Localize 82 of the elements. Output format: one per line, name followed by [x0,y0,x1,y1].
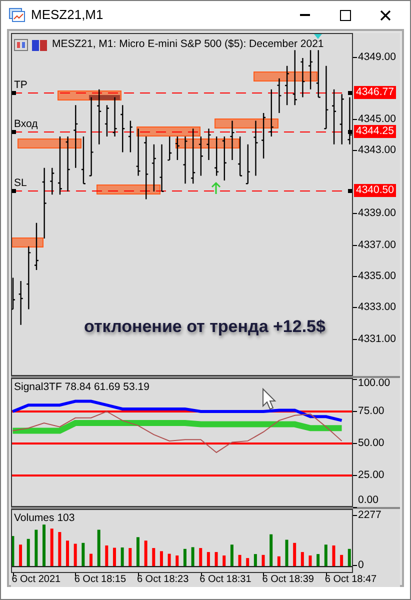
level-label: TP [14,80,28,90]
save-icon [32,38,48,51]
volume-bar [12,536,14,566]
axis-label: 4335.00 [358,271,396,282]
axis-label: 4345.00 [358,114,396,124]
maximize-icon [340,10,350,20]
volume-bar [113,548,116,566]
overlay-caption: отклонение от тренда +12.5$ [84,316,326,338]
volume-bar [293,542,296,566]
volume-bar [277,556,280,566]
volume-bar [19,544,22,566]
volume-bar [262,554,265,566]
volume-bar [308,556,312,566]
volume-bar [230,544,234,566]
volume-bar [222,556,226,566]
volume-bar [348,548,351,566]
volume-bar [144,540,148,566]
volume-bar [183,548,186,566]
volume-bar [160,551,163,566]
volume-bar [206,552,210,566]
volume-bar [238,554,242,566]
volume-bar [82,542,85,566]
chart-title: MESZ21, M1: Micro E-mini S&P 500 ($5): December 2021 [52,37,324,52]
price-tag: 4346.77 [354,86,396,98]
volume-bar [191,547,194,566]
time-label: 6 Oct 2021 [12,575,61,585]
volume-bar [152,548,156,566]
axis-label: 0 [358,560,364,571]
level-label: SL [14,178,27,188]
volume-bar [168,554,171,566]
volume-bar [42,524,46,566]
axis-label: 50.00 [358,438,384,448]
axis-label: 100.00 [358,378,390,388]
volume-bar [332,545,336,566]
volume-bar [254,554,257,566]
volume-bar [74,544,77,566]
window-title: MESZ21,M1 [31,6,104,24]
minimize-icon [300,14,310,16]
axis-label: 4343.00 [358,145,396,156]
volume-bar [97,530,100,566]
price-tag: 4344.25 [354,125,396,138]
volume-bar [136,537,140,566]
time-label: 6 Oct 18:47 [324,575,377,585]
time-label: 6 Oct 18:23 [136,575,189,585]
close-icon [380,10,390,20]
volume-bar [214,552,218,566]
volume-bar [285,540,288,566]
chart-properties-icon [14,38,28,51]
volume-bar [120,547,124,566]
axis-label: 2277 [358,510,382,520]
chart-window-icon [9,8,25,22]
volume-bar [246,558,250,566]
axis-label: 75.00 [358,406,384,416]
volume-bar [270,534,273,566]
volume-bar [50,528,54,566]
indicator-title: Signal3TF 78.84 61.69 53.19 [14,380,150,395]
volume-bar [105,545,108,566]
volume-bar [66,540,69,566]
volume-bar [176,556,179,566]
cursor-icon [262,388,276,410]
volume-bar [26,538,30,566]
volume-bar [34,530,38,566]
axis-label: 0.00 [358,495,378,506]
volume-bar [340,554,344,566]
volume-bar [199,548,202,566]
time-label: 6 Oct 18:39 [262,575,314,585]
axis-label: 4349.00 [358,52,396,62]
level-label: Вход [14,119,38,130]
volume-title: Volumes 103 [14,511,75,526]
axis-label: 4333.00 [358,302,396,312]
volume-bar [324,544,328,566]
axis-label: 25.00 [358,470,384,480]
time-label: 6 Oct 18:15 [74,575,126,585]
volume-bar [90,554,92,566]
volume-bar [300,552,304,566]
axis-label: 4331.00 [358,334,396,344]
volume-bar [58,532,62,566]
volume-bar [316,554,320,566]
axis-label: 4339.00 [358,208,396,218]
axis-label: 4337.00 [358,240,396,250]
price-tag: 4340.50 [354,184,396,196]
volume-bar [128,548,132,566]
